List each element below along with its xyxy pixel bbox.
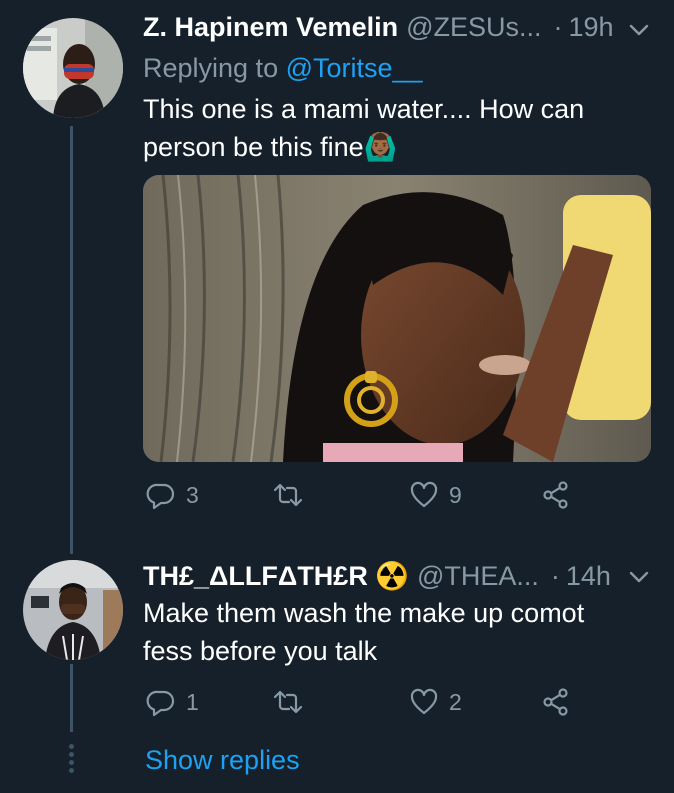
tweet-header: Z. Hapinem Vemelin @ZESUs... · 19h: [143, 12, 614, 43]
tweet-text-line: This one is a mami water.... How can: [143, 94, 585, 124]
share-icon: [543, 481, 568, 509]
tweet-text-line: person be this fine🙆🏾‍♂️: [143, 132, 398, 162]
thread-line-top: [70, 126, 73, 554]
tweet-text: This one is a mami water.... How can per…: [143, 90, 643, 166]
tweet-actions: 1 2: [143, 687, 603, 723]
tweet-photo[interactable]: [143, 175, 651, 462]
reply-icon: [146, 690, 175, 717]
retweet-icon: [273, 483, 303, 507]
tweet-text: Make them wash the make up comot fess be…: [143, 594, 643, 670]
thread-line-bottom: [70, 664, 73, 732]
timestamp[interactable]: 14h: [566, 561, 611, 592]
heart-icon: [410, 481, 438, 508]
avatar[interactable]: [23, 560, 123, 660]
retweet-icon: [273, 690, 303, 714]
reply-button[interactable]: 3: [146, 480, 199, 510]
user-handle[interactable]: @ZESUs...: [406, 12, 541, 43]
like-button[interactable]: 2: [409, 687, 462, 717]
reply-button[interactable]: 1: [146, 687, 199, 717]
tweet-actions: 3 9: [143, 480, 603, 516]
like-count: 2: [449, 688, 462, 715]
like-count: 9: [449, 481, 462, 508]
replying-to-link[interactable]: @Toritse__: [286, 53, 423, 83]
tweet-header: TH£_ΔLLFΔTH£R ☢️ @THEA... · 14h: [143, 560, 611, 592]
timestamp[interactable]: 19h: [569, 12, 614, 43]
like-button[interactable]: 9: [409, 480, 462, 510]
share-button[interactable]: [541, 480, 571, 510]
reply-icon: [146, 483, 175, 510]
reply-count: 1: [186, 688, 199, 715]
tweet-text-line: fess before you talk: [143, 636, 378, 666]
show-replies-link[interactable]: Show replies: [145, 745, 300, 776]
separator-dot: ·: [550, 561, 560, 591]
share-icon: [543, 688, 568, 716]
heart-icon: [410, 688, 438, 715]
retweet-button[interactable]: [273, 480, 313, 510]
chevron-down-icon[interactable]: [626, 564, 652, 590]
share-button[interactable]: [541, 687, 571, 717]
display-name[interactable]: Z. Hapinem Vemelin: [143, 12, 398, 43]
separator-dot: ·: [553, 12, 563, 42]
retweet-button[interactable]: [273, 687, 313, 717]
user-handle[interactable]: @THEA...: [417, 561, 539, 592]
more-replies-dots: [69, 744, 74, 776]
display-name[interactable]: TH£_ΔLLFΔTH£R ☢️: [143, 560, 409, 592]
avatar[interactable]: [23, 18, 123, 118]
replying-to: Replying to @Toritse__: [143, 53, 423, 84]
tweet-text-line: Make them wash the make up comot: [143, 598, 585, 628]
reply-count: 3: [186, 481, 199, 508]
chevron-down-icon[interactable]: [626, 17, 652, 43]
replying-prefix: Replying to: [143, 53, 286, 83]
